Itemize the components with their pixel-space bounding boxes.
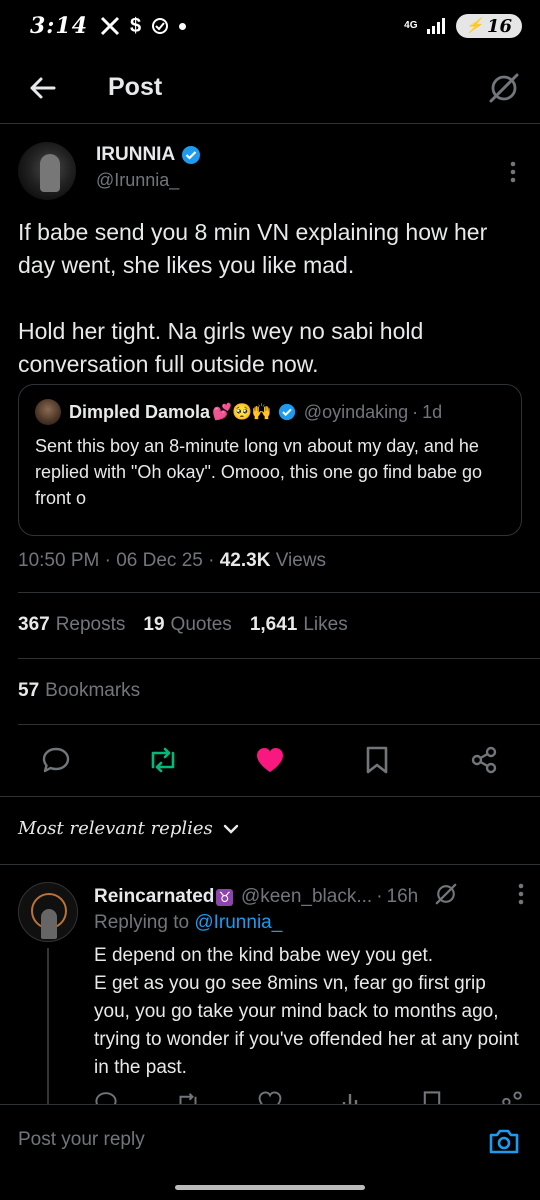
grok-button[interactable] — [468, 58, 540, 118]
bolt-icon: ⚡ — [465, 18, 483, 34]
share-button[interactable] — [464, 740, 504, 780]
likes-stat[interactable]: 1,641 Likes — [250, 614, 348, 636]
thread-line — [47, 948, 49, 1108]
reposts-label: Reposts — [55, 614, 126, 635]
views-label: Views — [275, 550, 327, 571]
author-handle[interactable]: @Irunnia_ — [96, 170, 201, 191]
section-divider — [0, 796, 540, 797]
quote-author-emojis: 💕🥺🙌 — [212, 404, 272, 421]
repost-button[interactable] — [143, 740, 183, 780]
replying-to-handle[interactable]: @Irunnia_ — [194, 912, 282, 933]
battery-indicator: ⚡ 16 — [455, 14, 522, 38]
camera-button[interactable] — [486, 1123, 522, 1159]
verified-badge-icon — [182, 146, 201, 164]
reposts-count: 367 — [18, 614, 50, 635]
post-header: Post — [0, 52, 540, 124]
status-time: 3:14 — [30, 13, 89, 39]
x-icon — [100, 16, 120, 36]
reply-input[interactable]: Post your reply — [18, 1129, 145, 1151]
share-icon[interactable] — [500, 1090, 524, 1104]
reply-author-handle[interactable]: @keen_black... — [241, 886, 372, 908]
reply-author-name[interactable]: Reincarnated — [94, 886, 214, 908]
replying-to: Replying to @Irunnia_ — [94, 912, 282, 934]
post-date: 06 Dec 25 — [116, 550, 203, 571]
status-notification-icons: $ — [100, 14, 187, 38]
quoted-post[interactable]: Dimpled Damola 💕🥺🙌 @oyindaking · 1d Sent… — [18, 384, 522, 536]
quote-time: 1d — [422, 401, 443, 422]
views-count: 42.3K — [219, 550, 271, 571]
divider — [18, 658, 540, 659]
battery-level: 16 — [486, 15, 512, 37]
signal-icon — [426, 18, 445, 34]
quote-text: Sent this boy an 8-minute long vn about … — [35, 436, 483, 508]
quote-avatar — [35, 399, 61, 425]
post-time: 10:50 PM — [18, 550, 100, 571]
likes-label: Likes — [303, 614, 348, 635]
quote-author-name: Dimpled Damola — [69, 401, 211, 422]
heart-icon[interactable] — [258, 1090, 282, 1104]
back-button[interactable] — [0, 58, 84, 118]
verified-badge-icon — [278, 403, 295, 421]
quotes-stat[interactable]: 19 Quotes — [143, 614, 231, 636]
author-avatar[interactable] — [18, 142, 76, 200]
author-name[interactable]: IRUNNIA — [96, 144, 175, 166]
reply-icon[interactable] — [94, 1090, 118, 1104]
post-author-row: IRUNNIA @Irunnia_ — [18, 142, 528, 202]
share-icon — [471, 746, 497, 774]
bookmark-button[interactable] — [357, 740, 397, 780]
s-icon: $ — [130, 14, 142, 37]
dot-icon — [179, 22, 187, 30]
quote-author-handle: @oyindaking — [303, 401, 409, 422]
network-indicator: 4G — [404, 20, 418, 31]
divider — [18, 592, 540, 593]
home-indicator[interactable] — [175, 1185, 365, 1190]
reply-time: 16h — [386, 886, 419, 907]
reply-separator: · — [376, 886, 383, 907]
bookmark-icon — [366, 746, 388, 774]
views-icon[interactable] — [340, 1090, 364, 1104]
replying-prefix: Replying to — [94, 912, 190, 933]
page-title: Post — [108, 73, 163, 101]
post-actions — [0, 740, 540, 790]
reply-grok-button[interactable] — [434, 882, 458, 912]
repost-icon[interactable] — [176, 1090, 200, 1104]
chevron-down-icon — [223, 824, 238, 834]
reply-more-button[interactable] — [518, 883, 524, 911]
post-more-button[interactable] — [498, 152, 528, 192]
post-meta: 10:50 PM · 06 Dec 25 · 42.3K Views — [18, 550, 327, 571]
bookmarks-stat[interactable]: 57 Bookmarks — [18, 680, 140, 702]
bookmark-icon[interactable] — [422, 1090, 442, 1104]
divider — [18, 724, 540, 725]
reply-actions-row — [94, 1090, 524, 1104]
status-bar: 3:14 $ 4G ⚡ 16 — [0, 0, 540, 52]
like-button[interactable] — [250, 740, 290, 780]
repost-icon — [151, 747, 175, 773]
reply-button[interactable] — [36, 740, 76, 780]
grok-icon — [435, 883, 457, 905]
post-text-paragraph: If babe send you 8 min VN explaining how… — [18, 219, 488, 278]
reply-author-emoji: ♉ — [216, 888, 233, 906]
post-text-paragraph: Hold her tight. Na girls wey no sabi hol… — [18, 318, 424, 377]
likes-count: 1,641 — [249, 614, 298, 635]
reply-text: E depend on the kind babe wey you get. E… — [94, 945, 519, 1078]
more-vertical-icon — [510, 161, 516, 183]
replies-sort-dropdown[interactable]: Most relevant replies — [18, 818, 239, 839]
reposts-stat[interactable]: 367 Reposts — [18, 614, 125, 636]
replies-sort-label: Most relevant replies — [18, 818, 213, 839]
quotes-count: 19 — [143, 614, 165, 635]
bookmarks-label: Bookmarks — [45, 680, 141, 701]
check-circle-icon — [152, 18, 169, 34]
reply-author-avatar[interactable] — [18, 882, 78, 942]
camera-icon — [489, 1129, 519, 1154]
arrow-left-icon — [30, 77, 56, 98]
post-stats: 367 Reposts 19 Quotes 1,641 Likes — [18, 614, 348, 636]
reply-icon — [42, 747, 70, 773]
reply-item[interactable]: Reincarnated ♉ @keen_black... · 16h Repl… — [0, 864, 540, 1108]
bookmarks-count: 57 — [18, 680, 40, 701]
quote-separator: · — [412, 401, 419, 422]
grok-icon — [489, 73, 519, 102]
more-vertical-icon — [518, 883, 524, 905]
quotes-label: Quotes — [170, 614, 232, 635]
heart-filled-icon — [257, 748, 283, 772]
